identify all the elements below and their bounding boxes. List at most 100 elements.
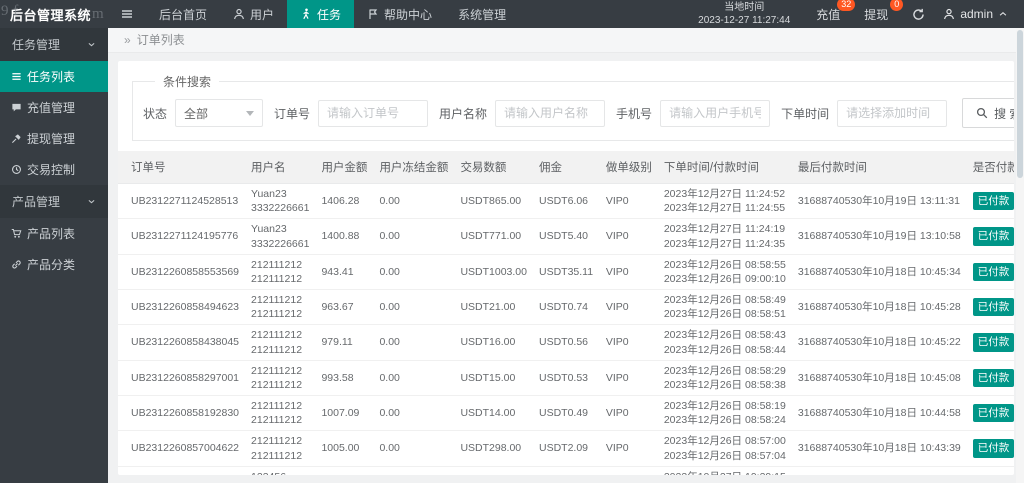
- order-table-header: 订单号 用户名 用户金额 用户冻结金额 交易数额 佣金 做单级别 下单时间/付款…: [118, 151, 1014, 184]
- withdraw-button[interactable]: 提现 0: [864, 0, 904, 23]
- paid-badge: 已付款: [972, 333, 1014, 352]
- nav-users[interactable]: 用户: [220, 0, 287, 28]
- search-button-label: 搜 索: [994, 106, 1014, 121]
- user-name-input[interactable]: [495, 99, 606, 127]
- paid-badge: 已付款: [972, 404, 1014, 423]
- nav-help[interactable]: 帮助中心: [354, 0, 445, 28]
- nav-tasks[interactable]: 任务: [287, 0, 355, 28]
- chevron-down-icon: [246, 110, 255, 116]
- order-time-input[interactable]: [837, 99, 948, 127]
- sidebar-item-recharge-label: 充值管理: [27, 101, 76, 115]
- sidebar-item-product-category-label: 产品分类: [27, 258, 76, 272]
- order-no-input[interactable]: [318, 99, 429, 127]
- watermark-right: m: [92, 5, 105, 22]
- pay-time: 2023年12月26日 08:58:51: [663, 308, 786, 321]
- sidebar-item-task-list-label: 任务列表: [27, 70, 76, 84]
- order-no-label: 订单号: [274, 106, 311, 121]
- nav-system[interactable]: 系统管理: [445, 0, 519, 28]
- trade-amount: USDT771.00: [460, 230, 522, 243]
- app-logo: 9 f 后台管理系统 m: [0, 0, 108, 28]
- breadcrumb: » 订单列表: [108, 28, 1024, 53]
- search-button[interactable]: 搜 索: [962, 98, 1014, 128]
- sidebar-group-product[interactable]: 产品管理: [0, 185, 108, 218]
- user-name: 123456: [251, 470, 309, 475]
- menu-toggle-icon[interactable]: [108, 0, 146, 28]
- user-name-field: 用户名称: [439, 99, 606, 127]
- table-row: UB2312260858553569 212111212 212111212 9…: [118, 254, 1014, 291]
- commission: USDT6.06: [538, 195, 589, 208]
- nav-users-label: 用户: [250, 7, 275, 22]
- phone-input[interactable]: [660, 99, 771, 127]
- nav-help-label: 帮助中心: [384, 7, 433, 22]
- commission: USDT0.74: [538, 301, 589, 314]
- sidebar-item-product-list[interactable]: 产品列表: [0, 218, 108, 249]
- order-no: UB2312271124195776: [131, 230, 239, 243]
- scrollbar-thumb[interactable]: [1017, 30, 1023, 178]
- sidebar-item-trade-control[interactable]: 交易控制: [0, 154, 108, 185]
- chevron-up-icon: [998, 9, 1008, 19]
- user-name-label: 用户名称: [439, 106, 488, 121]
- phone-label: 手机号: [616, 106, 653, 121]
- last-pay-time: 31688740530年10月18日 10:43:39: [797, 442, 961, 455]
- sidebar-item-product-list-label: 产品列表: [27, 227, 76, 241]
- user-account: 212111212: [251, 343, 303, 356]
- commission: USDT2.09: [538, 442, 589, 455]
- sidebar-item-withdraw[interactable]: 提现管理: [0, 123, 108, 154]
- recharge-button[interactable]: 充值 32: [816, 0, 856, 23]
- table-row: UB2310271929153833 123456 123456 10098.0…: [118, 466, 1014, 475]
- table-row: UB2312260857004622 212111212 212111212 1…: [118, 430, 1014, 467]
- order-time-label: 下单时间: [781, 106, 830, 121]
- commission: USDT5.40: [538, 230, 589, 243]
- nav-tasks-label: 任务: [317, 7, 342, 22]
- table-row: UB2312260858297001 212111212 212111212 9…: [118, 360, 1014, 397]
- pay-time: 2023年12月26日 08:57:04: [663, 449, 786, 462]
- order-level: VIP0: [605, 442, 629, 455]
- pay-time: 2023年12月27日 11:24:35: [663, 237, 786, 250]
- sidebar-group-task[interactable]: 任务管理: [0, 28, 108, 61]
- scrollbar-track[interactable]: [1016, 28, 1024, 483]
- user-account: 212111212: [251, 449, 303, 462]
- order-time: 2023年10月27日 19:29:15: [664, 470, 786, 475]
- commission: USDT35.11: [538, 265, 594, 278]
- last-pay-time: 31688740530年10月18日 10:45:22: [797, 336, 961, 349]
- order-level: VIP0: [605, 265, 629, 278]
- column-header-level: 做单级别: [599, 151, 658, 184]
- sidebar-item-product-category[interactable]: 产品分类: [0, 249, 108, 280]
- trade-amount: USDT865.00: [460, 195, 522, 208]
- order-level: VIP0: [605, 301, 629, 314]
- admin-menu[interactable]: admin: [943, 7, 1024, 21]
- order-no: UB2312271124528513: [131, 195, 239, 208]
- sidebar-item-task-list[interactable]: 任务列表: [0, 61, 108, 92]
- commission: USDT0.56: [538, 336, 589, 349]
- order-no: UB2312260858494623: [131, 301, 240, 314]
- pay-time: 2023年12月26日 09:00:10: [663, 272, 786, 285]
- sidebar-item-withdraw-label: 提现管理: [27, 132, 76, 146]
- sidebar: 任务管理 任务列表 充值管理 提现管理 交易控制 产品管理 产品列表 产品分类: [0, 28, 108, 483]
- breadcrumb-label: 订单列表: [136, 33, 185, 47]
- refresh-icon[interactable]: [912, 8, 925, 21]
- column-header-commission: 佣金: [532, 151, 600, 184]
- status-select-value: 全部: [184, 106, 209, 121]
- order-time: 2023年12月26日 08:58:29: [663, 364, 786, 377]
- task-walker-icon: [300, 8, 312, 20]
- trade-amount: USDT16.00: [460, 336, 516, 349]
- user-amount: 993.58: [321, 371, 354, 384]
- status-select[interactable]: 全部: [175, 99, 264, 127]
- top-navbar: 9 f 后台管理系统 m 后台首页 用户 任务 帮助中心 系统管理 当地时间 2…: [0, 0, 1024, 28]
- order-time: 2023年12月26日 08:58:55: [663, 258, 786, 271]
- user-frozen-amount: 0.00: [379, 407, 400, 420]
- order-no-field: 订单号: [274, 99, 429, 127]
- sidebar-item-recharge[interactable]: 充值管理: [0, 92, 108, 123]
- nav-home[interactable]: 后台首页: [146, 0, 220, 28]
- user-frozen-amount: 0.00: [379, 230, 400, 243]
- column-header-times: 下单时间/付款时间: [657, 151, 792, 184]
- hamburger-icon: [121, 8, 133, 20]
- paid-badge: 已付款: [972, 439, 1014, 458]
- user-name: 212111212: [251, 294, 303, 307]
- user-frozen-amount: 0.00: [379, 265, 400, 278]
- user-frozen-amount: 0.00: [379, 195, 400, 208]
- recharge-badge: 32: [837, 0, 856, 11]
- comment-icon: [11, 102, 22, 113]
- user-account: 3332226661: [251, 202, 310, 215]
- local-time-value: 2023-12-27 11:27:44: [698, 15, 791, 26]
